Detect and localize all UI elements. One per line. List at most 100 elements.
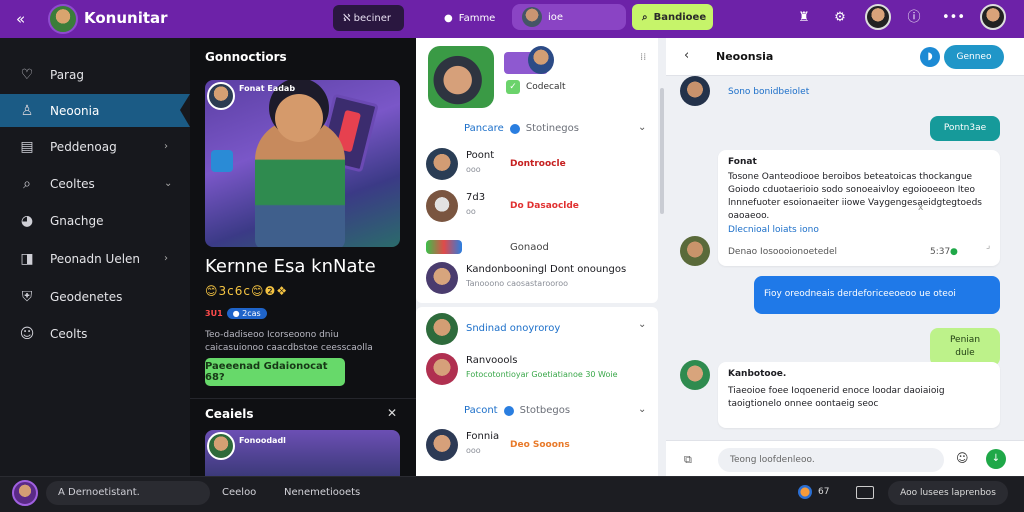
message-composer: ⧉ Teong loofdenleoo. ☺ ↓: [666, 440, 1024, 476]
corner-icon: ⌟: [986, 241, 991, 251]
scrollbar[interactable]: [660, 88, 664, 214]
hero2-tag: Fonoodadl: [239, 436, 286, 445]
bottom-pill-button[interactable]: Aoo lusees laprenbos: [888, 481, 1008, 505]
avatar[interactable]: [680, 360, 710, 390]
game-name: Fonnia: [466, 431, 500, 442]
heart-icon: ♡: [20, 66, 34, 83]
more-icon[interactable]: •••: [942, 8, 965, 28]
bottom-link[interactable]: Ceeloo: [222, 487, 256, 498]
gear-icon[interactable]: ⚙: [830, 8, 850, 28]
info-icon[interactable]: ⓘ: [904, 8, 924, 28]
grid-dots-icon[interactable]: ⁞⁞: [640, 52, 646, 63]
section-primary: Pacont: [464, 405, 498, 416]
trophy-icon[interactable]: ♜: [794, 8, 814, 28]
chat-header-button[interactable]: Genneo: [944, 45, 1004, 69]
send-icon[interactable]: ↓: [986, 449, 1006, 469]
dark-pill-button[interactable]: ℵ beciner: [333, 5, 404, 31]
list-item[interactable]: Kandonbooningl Dont onoungos Tanooono ca…: [426, 262, 656, 298]
game-avatar-large[interactable]: [428, 46, 494, 108]
sidebar-item-ceolts[interactable]: ☺ Ceolts: [0, 317, 190, 350]
avatar[interactable]: [680, 236, 710, 266]
featured-title: Kernne Esa knNate: [205, 256, 376, 277]
message-text: Tiaeoioe foee Ioqoenerid enoce loodar da…: [728, 386, 945, 409]
verified-icon[interactable]: ◗: [920, 47, 940, 67]
search-pill[interactable]: ioe: [512, 4, 626, 30]
double-chevron-left-icon[interactable]: «: [16, 10, 25, 28]
chevron-right-icon: ›: [164, 141, 168, 152]
user-menu[interactable]: ● Famme: [434, 5, 514, 31]
attach-icon[interactable]: ⧉: [684, 453, 692, 467]
chat-panel: ‹ Neoonsia ◗ Genneo Sono bonidbeiolet Po…: [666, 38, 1024, 476]
creator-avatar: [207, 432, 235, 460]
sidebar-item-label: Ceoltes: [50, 176, 95, 191]
message-bubble: Kanbotooe. Tiaeoioe foee Ioqoenerid enoc…: [718, 362, 1000, 428]
emoji-icon[interactable]: ☺: [956, 451, 969, 465]
chat-header: ‹ Neoonsia ◗ Genneo: [666, 38, 1024, 76]
game-name: 7d3: [466, 192, 486, 203]
chat-title: Neoonsia: [716, 50, 774, 63]
user-icon: ♙: [20, 102, 34, 119]
chevron-down-icon[interactable]: ⌄: [638, 319, 646, 330]
section-header[interactable]: Pacont Stotbegos: [464, 405, 570, 416]
game-avatar: [426, 313, 458, 345]
chevron-left-icon[interactable]: ‹: [684, 48, 689, 63]
message-author: Fonat: [728, 157, 757, 167]
meta-count: 3U1: [205, 308, 223, 318]
avatar[interactable]: [12, 480, 38, 506]
user-avatar-top[interactable]: [865, 4, 891, 30]
sidebar-item-peddenoag[interactable]: ▤ Peddenoag ›: [0, 130, 190, 163]
section-heading: Ceaiels: [205, 407, 254, 421]
game-name: Kandonbooningl Dont onoungos: [466, 264, 627, 275]
badge-row: ✓ Codecalt: [506, 80, 566, 94]
hero-tag: Fonat Eadab: [239, 84, 296, 93]
games-list-panel: ⁞⁞ ✓ Codecalt Pancare Stotinegos ⌄ Poont…: [416, 38, 666, 476]
shield-icon: ⛨: [21, 288, 33, 305]
list-item[interactable]: 7d3 oo Do Dasaoclde: [426, 190, 656, 226]
sidebar-item-neoonia[interactable]: ♙ Neoonia: [0, 94, 190, 127]
feature-description: Teo-dadiseoo Icorseoono dniu caicasuiono…: [205, 330, 373, 353]
message-author: Kanbotooe.: [728, 369, 787, 379]
profile-avatar-top[interactable]: [980, 4, 1006, 30]
secondary-game-image[interactable]: Fonoodadl: [205, 430, 400, 476]
app-logo-avatar: [48, 4, 78, 34]
sidebar-item-ceoltes[interactable]: ⌕ Ceoltes ⌄: [0, 167, 190, 200]
game-tag: Deo Sooons: [510, 440, 570, 450]
games-card: ⁞⁞ ✓ Codecalt Pancare Stotinegos ⌄ Poont…: [416, 38, 658, 303]
chevron-down-icon[interactable]: ⌄: [638, 404, 646, 415]
sidebar-item-gnachge[interactable]: ◕ Gnachge: [0, 204, 190, 237]
bottom-link[interactable]: Nenemetiooets: [284, 487, 360, 498]
count-badge: 67: [798, 485, 829, 499]
chevron-down-icon[interactable]: ⌄: [638, 122, 646, 133]
assistant-input[interactable]: A Dernoetistant.: [46, 481, 210, 505]
message-link[interactable]: Dlecnioal loiats iono: [728, 224, 819, 237]
game-tag: Do Dasaoclde: [510, 201, 579, 211]
game-name: Poont: [466, 150, 495, 161]
emoji-row: 😊3c6c😊❷❖: [205, 284, 288, 298]
dot-icon: [503, 405, 514, 416]
sidebar-item-label: Ceolts: [50, 326, 88, 341]
sign-art: [211, 150, 233, 172]
sidebar-item-peonadn[interactable]: ◨ Peonadn Uelen ›: [0, 242, 190, 275]
green-search-button[interactable]: ⌕ Bandioee: [632, 4, 713, 30]
sidebar-item-label: Gnachge: [50, 213, 104, 228]
shuffle-icon[interactable]: ✕: [387, 406, 397, 420]
game-avatar: [426, 148, 458, 180]
feature-cta-button[interactable]: Paeeenad Gdaionocat 68?: [205, 358, 345, 386]
section-header[interactable]: Pancare Stotinegos: [464, 123, 579, 134]
message-input[interactable]: Teong loofdenleoo.: [718, 448, 944, 472]
featured-game-image[interactable]: Fonat Eadab: [205, 80, 400, 247]
game-sub: Fotocotontioyar Goetiatianoe 30 Woie: [466, 370, 618, 379]
sidebar-item-parag[interactable]: ♡ Parag: [0, 58, 190, 91]
list-item[interactable]: Sndinad onoyroroy: [426, 313, 656, 349]
list-item[interactable]: Poont ooo Dontroocle: [426, 148, 656, 184]
meta-chip: ● 2cas: [226, 307, 267, 319]
search-icon: ⌕: [23, 175, 31, 192]
sidebar-item-geodenetes[interactable]: ⛨ Geodenetes: [0, 280, 190, 313]
feature-heading: Gonnoctiors: [205, 50, 287, 64]
chevron-right-icon: ›: [164, 253, 168, 264]
keyboard-icon[interactable]: [856, 486, 874, 499]
list-item[interactable]: Ranvoools Fotocotontioyar Goetiatianoe 3…: [426, 353, 656, 389]
message-suffix: x: [918, 203, 924, 213]
list-item[interactable]: Fonnia ooo Deo Sooons: [426, 429, 656, 465]
avatar[interactable]: [680, 76, 710, 106]
